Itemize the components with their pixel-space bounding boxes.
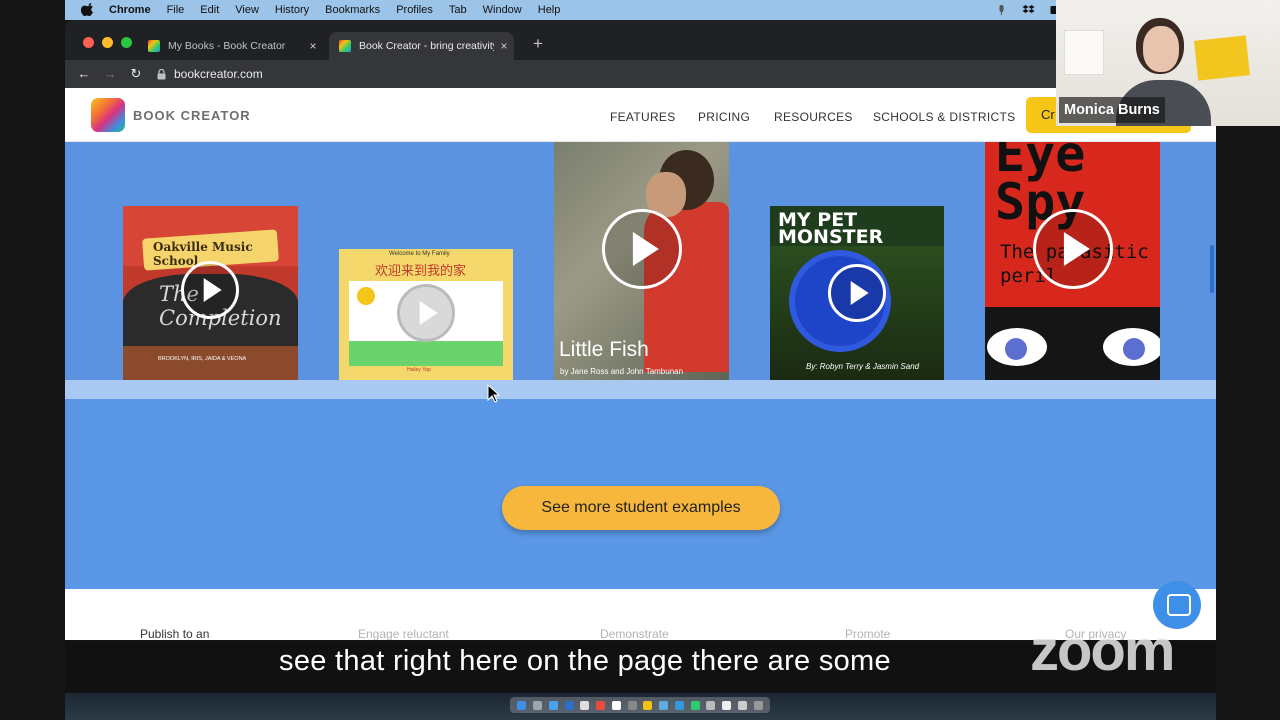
book-byline: BROOKLYN, IRIS, JAIDA & VEONA	[158, 356, 247, 362]
browser-toolbar: ← → ↻ bookcreator.com	[65, 60, 1216, 88]
menu-chrome[interactable]: Chrome	[109, 4, 151, 16]
feature-demonstrate: Demonstrate	[600, 627, 669, 640]
browser-window: My Books - Book Creator × Book Creator -…	[65, 20, 1216, 640]
mac-dock	[510, 697, 770, 713]
participant-video: Monica Burns	[1056, 0, 1280, 126]
tab-strip: My Books - Book Creator × Book Creator -…	[65, 20, 1216, 60]
tab-my-books[interactable]: My Books - Book Creator ×	[138, 32, 323, 60]
facetime-icon[interactable]	[690, 700, 700, 710]
book-cover-my-family[interactable]: Welcome to My Family 欢迎来到我的家 Hailey Yap	[339, 249, 513, 380]
play-icon[interactable]	[828, 264, 886, 322]
book-title-chinese: 欢迎来到我的家	[375, 263, 467, 278]
zoom-window-button[interactable]	[121, 37, 132, 48]
participant-name: Monica Burns	[1059, 97, 1165, 123]
book-shelf	[65, 380, 1216, 399]
nav-pricing[interactable]: PRICING	[698, 110, 750, 124]
menu-view[interactable]: View	[235, 4, 259, 16]
launchpad-icon[interactable]	[533, 700, 543, 710]
reload-icon[interactable]: ↻	[129, 67, 143, 81]
logo-text[interactable]: BOOK CREATOR	[133, 108, 251, 123]
book-title: Oakville Music School	[153, 240, 253, 268]
downloads-icon[interactable]	[737, 700, 747, 710]
mail-icon[interactable]	[674, 700, 684, 710]
preview-icon[interactable]	[706, 700, 716, 710]
book-creator-favicon-icon	[339, 40, 351, 52]
finder-icon[interactable]	[517, 700, 527, 710]
zoom-app-icon[interactable]	[564, 700, 574, 710]
play-icon[interactable]	[397, 284, 455, 342]
back-arrow-icon[interactable]: ←	[77, 67, 91, 81]
tab-title: Book Creator - bring creativity	[359, 40, 494, 52]
tab-title: My Books - Book Creator	[168, 40, 286, 52]
see-more-examples-button[interactable]: See more student examples	[502, 486, 780, 530]
url-text: bookcreator.com	[174, 67, 263, 81]
safari-icon[interactable]	[548, 700, 558, 710]
close-tab-icon[interactable]: ×	[303, 39, 323, 53]
menu-help[interactable]: Help	[538, 4, 561, 16]
minimize-window-button[interactable]	[102, 37, 113, 48]
document-icon[interactable]	[722, 700, 732, 710]
site-header: BOOK CREATOR FEATURES PRICING RESOURCES …	[65, 88, 1216, 142]
stickies-icon[interactable]	[643, 700, 653, 710]
book-byline: By: Robyn Terry & Jasmin Sand	[806, 362, 920, 371]
book-creator-favicon-icon	[148, 40, 160, 52]
zoom-logo: zoom	[1030, 618, 1175, 683]
close-window-button[interactable]	[83, 37, 94, 48]
messages-icon[interactable]	[659, 700, 669, 710]
book-title: Little Fish	[559, 338, 649, 361]
person-face	[1143, 26, 1179, 72]
book-cover-my-pet-monster[interactable]: MY PET MONSTER By: Robyn Terry & Jasmin …	[770, 206, 944, 380]
menu-file[interactable]: File	[167, 4, 185, 16]
nav-resources[interactable]: RESOURCES	[774, 110, 853, 124]
nav-schools-districts[interactable]: SCHOOLS & DISTRICTS	[873, 110, 1015, 124]
screen: Chrome File Edit View History Bookmarks …	[0, 0, 1280, 720]
wall-frame	[1064, 30, 1104, 75]
trash-icon[interactable]	[753, 700, 763, 710]
menu-history[interactable]: History	[275, 4, 309, 16]
book-title: Welcome to My Family	[389, 251, 450, 257]
feature-engage: Engage reluctant	[358, 627, 449, 640]
menu-profiles[interactable]: Profiles	[396, 4, 433, 16]
feature-promote: Promote	[845, 627, 891, 640]
mouse-cursor-icon	[487, 384, 501, 403]
settings-icon[interactable]	[627, 700, 637, 710]
tab-book-creator[interactable]: Book Creator - bring creativity ×	[329, 32, 514, 60]
close-tab-icon[interactable]: ×	[494, 39, 514, 53]
book-byline: by Jane Ross and John Tambunan	[560, 367, 684, 376]
book-cover-oakville[interactable]: Oakville Music School The Completion BRO…	[123, 206, 298, 380]
scrollbar-thumb[interactable]	[1210, 245, 1214, 293]
menu-window[interactable]: Window	[483, 4, 522, 16]
lock-icon	[157, 68, 166, 79]
play-icon[interactable]	[1033, 209, 1113, 289]
photos-icon[interactable]	[580, 700, 590, 710]
new-tab-button[interactable]: +	[533, 34, 543, 54]
book-byline: Hailey Yap	[407, 367, 431, 373]
apple-icon[interactable]	[81, 3, 95, 17]
live-caption: see that right here on the page there ar…	[279, 645, 891, 677]
book-cover-little-fish[interactable]: Little Fish by Jane Ross and John Tambun…	[554, 142, 729, 380]
window-controls	[83, 37, 132, 48]
feature-publish: Publish to an	[140, 627, 210, 640]
book-title: MY PET MONSTER	[778, 209, 884, 248]
forward-arrow-icon[interactable]: →	[103, 67, 117, 81]
microphone-icon[interactable]	[995, 4, 1008, 16]
play-icon[interactable]	[181, 261, 239, 319]
menu-edit[interactable]: Edit	[200, 4, 219, 16]
page-viewport: BOOK CREATOR FEATURES PRICING RESOURCES …	[65, 88, 1216, 640]
nav-features[interactable]: FEATURES	[610, 110, 676, 124]
book-cover-eye-spy[interactable]: Eye Spy The parasitic peril	[985, 142, 1160, 380]
dropbox-icon[interactable]	[1022, 4, 1035, 16]
notes-icon[interactable]	[611, 700, 621, 710]
mac-menubar: Chrome File Edit View History Bookmarks …	[65, 0, 1216, 20]
play-icon[interactable]	[602, 209, 682, 289]
menu-tab[interactable]: Tab	[449, 4, 467, 16]
address-bar[interactable]: bookcreator.com	[157, 67, 263, 81]
book-prop	[1194, 35, 1250, 81]
chrome-icon[interactable]	[596, 700, 606, 710]
menu-bookmarks[interactable]: Bookmarks	[325, 4, 380, 16]
book-creator-logo-icon[interactable]	[91, 98, 125, 132]
